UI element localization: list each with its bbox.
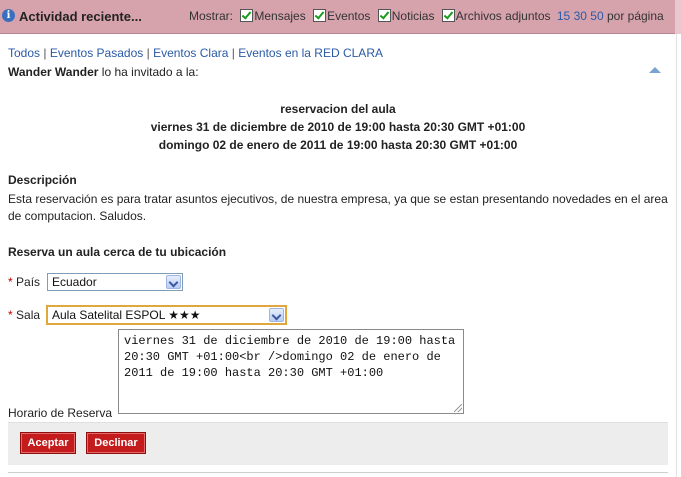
link-separator: | xyxy=(43,46,47,60)
archivos-label: Archivos adjuntos xyxy=(455,9,551,23)
page-size-15-link[interactable]: 15 xyxy=(557,9,570,23)
required-mark: * xyxy=(8,308,13,322)
country-select[interactable]: Ecuador xyxy=(47,273,183,291)
mensajes-checkbox[interactable] xyxy=(240,9,254,22)
archivos-checkbox[interactable] xyxy=(441,9,455,22)
event-date-line-2: domingo 02 de enero de 2011 de 19:00 has… xyxy=(158,138,518,152)
room-select[interactable]: Aula Satelital ESPOL ★★★ xyxy=(46,305,287,325)
country-label-text: País xyxy=(16,275,41,289)
room-select-value: Aula Satelital ESPOL ★★★ xyxy=(52,308,201,322)
country-label: * País xyxy=(8,275,40,289)
noticias-checkbox[interactable] xyxy=(377,9,391,22)
event-filter-links: Todos | Eventos Pasados | Eventos Clara … xyxy=(8,46,383,60)
resize-grip-icon[interactable] xyxy=(454,404,462,412)
country-select-value: Ecuador xyxy=(52,275,97,289)
content-divider xyxy=(676,34,677,477)
accept-button[interactable]: Aceptar xyxy=(20,432,76,454)
link-eventos-red-clara[interactable]: Eventos en la RED CLARA xyxy=(238,46,383,60)
info-icon: i xyxy=(2,9,15,22)
filter-bar: Mostrar: Mensajes Eventos Noticias Archi… xyxy=(189,9,664,23)
room-label-text: Sala xyxy=(16,308,41,322)
decline-button[interactable]: Declinar xyxy=(86,432,146,454)
link-eventos-clara[interactable]: Eventos Clara xyxy=(153,46,228,60)
link-eventos-pasados[interactable]: Eventos Pasados xyxy=(50,46,143,60)
description-heading: Descripción xyxy=(8,173,77,187)
schedule-textarea[interactable]: viernes 31 de diciembre de 2010 de 19:00… xyxy=(118,329,464,414)
eventos-checkbox[interactable] xyxy=(313,9,327,22)
chevron-down-icon[interactable] xyxy=(269,308,284,322)
page-size-50-link[interactable]: 50 xyxy=(590,9,603,23)
bottom-divider xyxy=(8,472,668,473)
noticias-label: Noticias xyxy=(391,9,435,23)
inviter-name: Wander Wander xyxy=(8,65,99,79)
link-todos[interactable]: Todos xyxy=(8,46,40,60)
invitation-line: Wander Wander lo ha invitado a la: xyxy=(8,65,199,79)
event-details: reservacion del aula viernes 31 de dicie… xyxy=(0,100,676,154)
page-size-30-link[interactable]: 30 xyxy=(574,9,587,23)
header-scrollbar[interactable] xyxy=(675,0,681,34)
schedule-label: Horario de Reserva xyxy=(8,406,113,420)
event-title: reservacion del aula xyxy=(280,102,396,116)
description-text: Esta reservación es para tratar asuntos … xyxy=(8,192,668,223)
required-mark: * xyxy=(8,275,13,289)
link-separator: | xyxy=(231,46,235,60)
invitation-text: lo ha invitado a la: xyxy=(101,65,199,79)
event-date-line-1: viernes 31 de diciembre de 2010 de 19:00… xyxy=(150,120,526,134)
show-label: Mostrar: xyxy=(189,9,234,23)
schedule-textarea-value: viernes 31 de diciembre de 2010 de 19:00… xyxy=(124,334,456,380)
link-separator: | xyxy=(146,46,150,60)
room-label: * Sala xyxy=(8,308,40,322)
reserve-heading: Reserva un aula cerca de tu ubicación xyxy=(8,245,227,259)
mensajes-label: Mensajes xyxy=(254,9,306,23)
header-title: Actividad reciente... xyxy=(19,9,142,24)
per-page-label: por página xyxy=(606,9,664,23)
activity-header: i Actividad reciente... Mostrar: Mensaje… xyxy=(0,0,681,34)
collapse-arrow-icon[interactable] xyxy=(649,67,661,73)
chevron-down-icon[interactable] xyxy=(166,275,181,289)
eventos-label: Eventos xyxy=(327,9,371,23)
action-bar: Aceptar Declinar xyxy=(8,422,668,465)
